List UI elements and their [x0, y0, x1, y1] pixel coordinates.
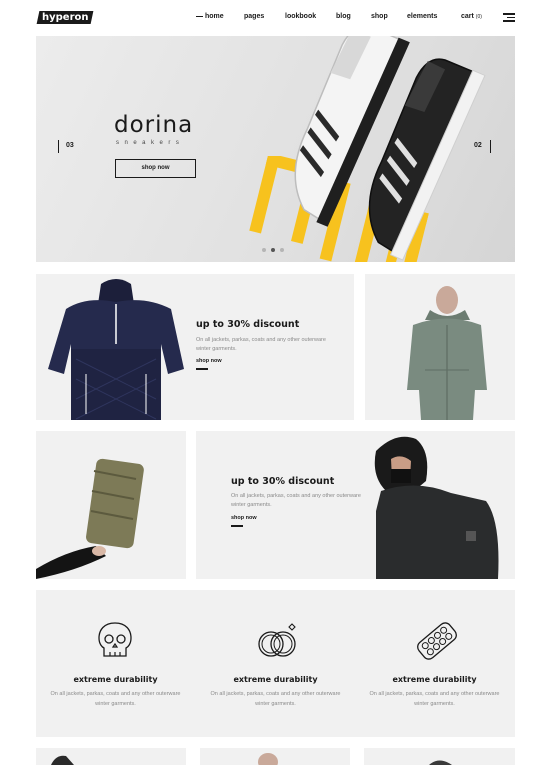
olive-bag-image [36, 458, 144, 579]
slider-dot-active[interactable] [271, 248, 275, 252]
product-image-partial [258, 753, 278, 765]
nav-pages[interactable]: pages [244, 13, 264, 20]
slider-dot[interactable] [262, 248, 266, 252]
product-card-partial[interactable] [36, 748, 186, 765]
shop-now-button[interactable]: shop now [115, 159, 196, 178]
feature-text: On all jackets, parkas, coats and any ot… [50, 691, 181, 707]
nav-elements[interactable]: elements [407, 13, 437, 20]
promo-title: up to 30% discount [196, 319, 300, 330]
hero-title: dorina [114, 112, 194, 138]
navy-parka-image [48, 279, 184, 420]
slider-dots [262, 248, 284, 252]
nav-blog[interactable]: blog [336, 13, 351, 20]
hero-slider: dorina sneakers shop now 03 02 [36, 36, 515, 262]
hamburger-menu-icon[interactable] [503, 13, 515, 22]
green-jacket-image [407, 286, 487, 420]
promo-card-1[interactable]: up to 30% discount On all jackets, parka… [36, 274, 354, 420]
rings-icon [258, 623, 296, 657]
promo-card-2[interactable]: up to 30% discount On all jackets, parka… [196, 431, 515, 579]
slide-next-control[interactable]: 02 [474, 140, 491, 153]
pills-icon [417, 622, 457, 660]
product-card-partial[interactable] [200, 748, 350, 765]
slide-prev-number: 03 [66, 142, 74, 149]
product-card-partial[interactable] [364, 748, 515, 765]
promo-shop-now-link[interactable]: shop now [231, 515, 257, 527]
sneakers-image [294, 36, 486, 261]
cart-label: cart [461, 13, 474, 20]
promo-shop-now-link[interactable]: shop now [196, 358, 222, 370]
features-section: extreme durability On all jackets, parka… [36, 590, 515, 737]
logo[interactable]: hyperon [36, 11, 94, 24]
product-card-bag[interactable] [36, 431, 186, 579]
feature-title: extreme durability [392, 675, 477, 684]
product-image-partial [429, 760, 452, 765]
product-image-partial [51, 755, 74, 765]
promo-text: On all jackets, parkas, coats and any ot… [196, 337, 326, 352]
feature-title: extreme durability [233, 675, 318, 684]
feature-item: extreme durability On all jackets, parka… [355, 590, 514, 737]
nav-shop[interactable]: shop [371, 13, 388, 20]
black-hooded-coat-image [374, 436, 499, 579]
feature-text: On all jackets, parkas, coats and any ot… [369, 691, 500, 707]
feature-item: extreme durability On all jackets, parka… [196, 590, 355, 737]
nav-cart[interactable]: cart (0) [461, 13, 482, 20]
slider-dot[interactable] [280, 248, 284, 252]
feature-title: extreme durability [73, 675, 158, 684]
nav-home[interactable]: home [196, 13, 224, 20]
promo-title: up to 30% discount [231, 476, 335, 487]
promo-text: On all jackets, parkas, coats and any ot… [231, 493, 361, 508]
cart-count: (0) [475, 14, 482, 20]
site-header: hyperon home pages lookbook blog shop el… [0, 0, 550, 36]
feature-item: extreme durability On all jackets, parka… [36, 590, 195, 737]
hero-subtitle: sneakers [116, 140, 185, 146]
skull-icon [98, 622, 132, 657]
nav-lookbook[interactable]: lookbook [285, 13, 316, 20]
slide-prev-control[interactable]: 03 [58, 140, 74, 153]
feature-text: On all jackets, parkas, coats and any ot… [210, 691, 341, 707]
product-card-green-jacket[interactable] [365, 274, 515, 420]
slide-next-number: 02 [474, 142, 482, 149]
